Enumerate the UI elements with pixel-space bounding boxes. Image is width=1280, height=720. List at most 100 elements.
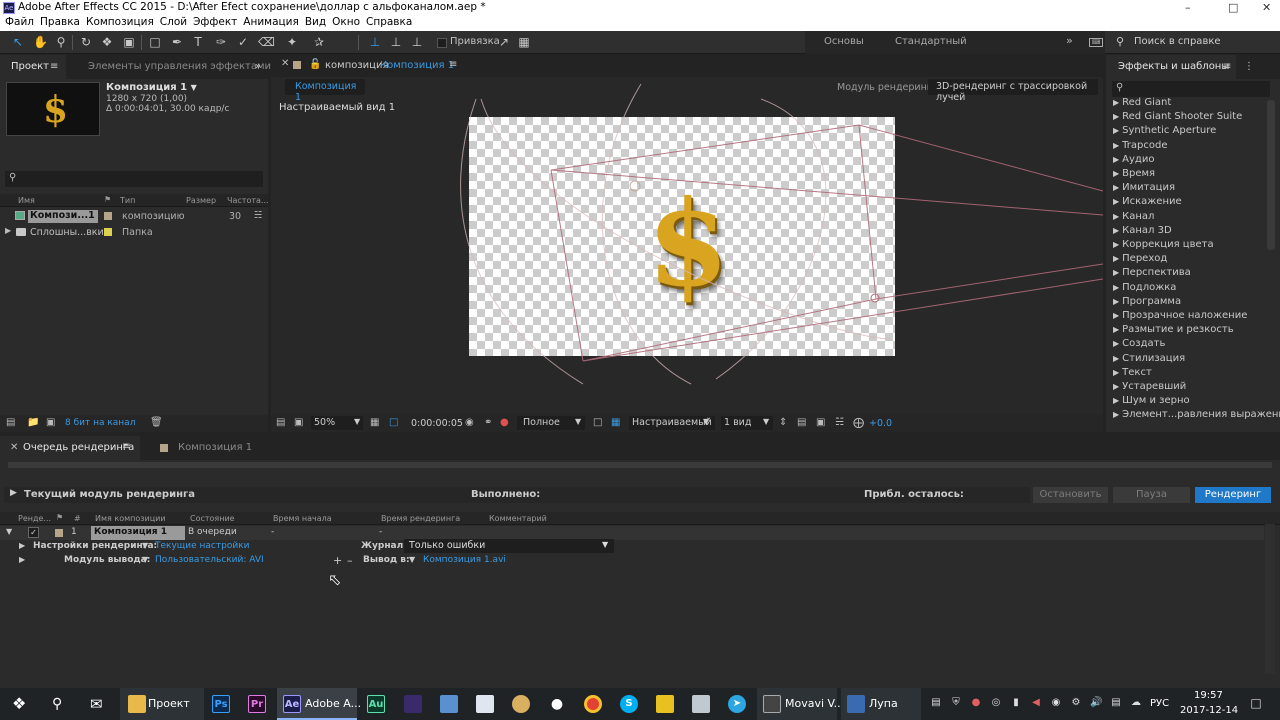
pan-behind-icon[interactable]: ▣ [122,35,136,49]
expand-arrow-icon[interactable]: ▶ [10,488,17,498]
tab-menu-icon[interactable]: ≡ [1223,61,1231,72]
taskbar-item-movavi[interactable]: Movavi V... [757,688,844,720]
effect-category-item[interactable]: ▶ Стилизация [1113,353,1185,367]
tab-menu-icon[interactable]: ≡ [449,59,457,70]
expand-arrow-icon[interactable]: ▶ [1113,183,1119,192]
current-time[interactable]: 0:00:00:05 [411,418,463,429]
onedrive-icon[interactable]: ☁ [1130,697,1142,709]
document-icon[interactable] [476,695,494,713]
tray-app-icon[interactable]: ● [970,697,982,709]
minimize-icon[interactable]: – [1185,1,1191,14]
expand-arrow-icon[interactable]: ▶ [1113,311,1119,320]
bit-depth-button[interactable]: 8 бит на канал [65,418,135,428]
col-size[interactable]: Размер [186,196,216,205]
timeline-tab-comp[interactable]: Композиция 1 [178,442,252,453]
view-layout-dropdown[interactable]: 1 вид ▼ [721,416,773,430]
microphone-icon[interactable]: ● [548,695,566,713]
effect-category-item[interactable]: ▶ Имитация [1113,182,1175,196]
workspace-overflow-icon[interactable]: » [1066,34,1073,47]
effect-category-item[interactable]: ▶ Прозрачное наложение [1113,310,1247,324]
skype-icon[interactable]: S [620,695,638,713]
menu-edit[interactable]: Правка [40,16,80,28]
mask-visibility-icon[interactable]: □ [389,417,398,428]
effect-category-item[interactable]: ▶ Устаревший [1113,381,1186,395]
taskbar-item-magnifier[interactable]: Лупа [841,688,921,720]
view-axis-icon[interactable]: ⊥ [410,35,424,49]
expand-arrow-icon[interactable]: ▶ [1113,169,1119,178]
app-icon[interactable] [440,695,458,713]
local-axis-icon[interactable]: ⊥ [368,35,382,49]
app-icon[interactable] [692,695,710,713]
col-comment[interactable]: Комментарий [489,514,547,523]
snap-grid-icon[interactable]: ▦ [517,35,531,49]
region-of-interest-icon[interactable]: □ [593,417,602,428]
render-checkbox[interactable]: ✓ [28,527,39,538]
pause-button[interactable]: Пауза [1113,487,1190,503]
rotate-tool-icon[interactable]: ↻ [79,35,93,49]
expand-arrow-icon[interactable]: ▶ [1113,98,1119,107]
snap-checkbox[interactable] [437,38,447,48]
safe-zones-icon[interactable]: ▦ [370,417,379,428]
expand-arrow-icon[interactable]: ▶ [1113,141,1119,150]
output-file-link[interactable]: Композиция 1.avi [423,555,506,565]
render-settings-link[interactable]: Текущие настройки [155,541,249,551]
expand-arrow-icon[interactable]: ▶ [1113,212,1119,221]
menu-layer[interactable]: Слой [160,16,187,28]
clone-stamp-icon[interactable]: ✓ [236,35,250,49]
table-row[interactable]: Компози...1 композицию 30 ☵ [0,210,268,224]
col-start-time[interactable]: Время начала [273,514,332,523]
new-folder-icon[interactable]: 📁 [27,417,39,428]
panel-overflow-icon[interactable]: ⋮ [1244,61,1254,72]
col-type[interactable]: Тип [120,196,135,205]
notifications-icon[interactable]: □ [1250,697,1262,709]
tab-menu-icon[interactable]: ≡ [50,61,58,72]
close-icon[interactable]: ✕ [10,442,18,453]
queue-comp-name[interactable]: Композиция 1 [91,526,185,540]
effect-category-item[interactable]: ▶ Trapcode [1113,140,1168,154]
effect-category-item[interactable]: ▶ Элемент...равления выражения [1113,409,1280,423]
keyboard-icon[interactable]: ⌨ [1089,38,1103,47]
expand-arrow-icon[interactable]: ▶ [1113,268,1119,277]
menu-help[interactable]: Справка [366,16,412,28]
snapshot-icon[interactable]: ◉ [465,417,474,428]
effect-category-item[interactable]: ▶ Подложка [1113,282,1176,296]
tray-app-icon[interactable]: ⚙ [1070,697,1082,709]
hand-tool-icon[interactable]: ✋ [33,35,48,49]
render-queue-row[interactable]: ▼ ✓ 1 Композиция 1 В очереди - - [0,526,1264,540]
clock-time[interactable]: 19:57 [1194,690,1223,701]
menu-file[interactable]: Файл [5,16,34,28]
zoom-tool-icon[interactable]: ⚲ [54,35,68,49]
exposure-value[interactable]: +0.0 [869,418,892,429]
remove-output-icon[interactable]: – [347,554,353,567]
expand-arrow-icon[interactable]: ▶ [1113,283,1119,292]
expand-arrow-icon[interactable]: ▶ [1113,325,1119,334]
expand-arrow-icon[interactable]: ▶ [1113,126,1119,135]
expand-arrow-icon[interactable]: ▶ [19,555,25,564]
effect-category-item[interactable]: ▶ Red Giant Shooter Suite [1113,111,1242,125]
tray-app-icon[interactable]: ◉ [1050,697,1062,709]
expand-arrow-icon[interactable]: ▶ [1113,354,1119,363]
fast-previews-icon[interactable]: ▤ [797,417,806,428]
menu-animation[interactable]: Анимация [243,16,299,28]
effect-category-item[interactable]: ▶ Искажение [1113,196,1182,210]
eraser-tool-icon[interactable]: ⌫ [258,35,275,49]
mail-icon[interactable]: ✉ [90,688,103,720]
zoom-dropdown[interactable]: 50% ▼ [311,416,363,430]
expand-arrow-icon[interactable]: ▶ [1113,410,1119,419]
language-indicator[interactable]: РУС [1150,698,1169,709]
pen-tool-icon[interactable]: ✒ [170,35,184,49]
expand-arrow-icon[interactable]: ▶ [1113,112,1119,121]
effect-category-item[interactable]: ▶ Перспектива [1113,267,1191,281]
monitor-icon[interactable]: ▣ [294,417,303,428]
expand-arrow-icon[interactable]: ▶ [1113,297,1119,306]
app-icon[interactable] [512,695,530,713]
3d-view-dropdown[interactable]: Настраиваемый ▼ [629,416,715,430]
rectangle-tool-icon[interactable]: □ [148,35,162,49]
comp-tab-name[interactable]: Композиция 1 [380,60,454,71]
chevron-down-icon[interactable]: ▼ [142,541,148,550]
tab-effect-controls[interactable]: Элементы управления эффектами [88,61,271,72]
col-comp-name[interactable]: Имя композиции [95,514,166,523]
effect-category-item[interactable]: ▶ Канал [1113,211,1154,225]
chevron-down-icon[interactable]: ▼ [191,83,197,92]
battery-icon[interactable]: ▮ [1010,697,1022,709]
